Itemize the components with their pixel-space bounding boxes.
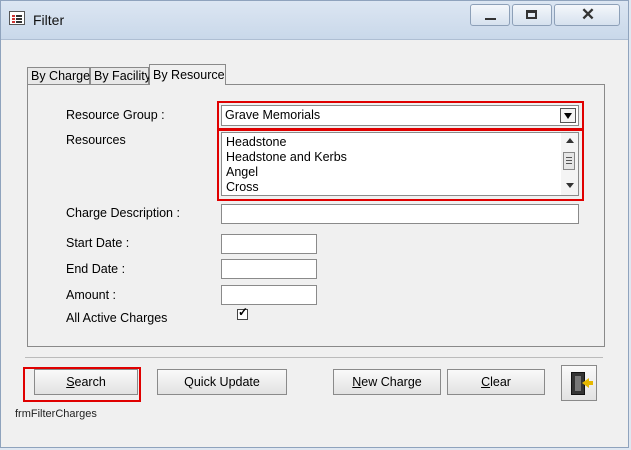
clear-button[interactable]: Clear [447,369,545,395]
start-date-field[interactable] [221,234,317,254]
resource-group-value: Grave Memorials [225,108,321,122]
new-charge-mnemonic: N [352,375,362,389]
new-charge-button[interactable]: New Charge [333,369,441,395]
resources-label: Resources [66,133,126,147]
quick-update-button[interactable]: Quick Update [157,369,287,395]
resources-listbox[interactable]: Headstone Headstone and Kerbs Angel Cros… [221,132,579,196]
scroll-down-icon[interactable] [566,183,574,188]
clear-mnemonic: C [481,375,491,389]
clear-button-label: lear [490,375,511,389]
list-item[interactable]: Cross [226,180,259,194]
end-date-label: End Date : [66,262,126,276]
minimize-icon [485,18,496,20]
tab-by-resource[interactable]: By Resource [149,64,226,85]
search-button[interactable]: Search [34,369,138,395]
list-item[interactable]: Angel [226,165,258,179]
resource-group-combo[interactable]: Grave Memorials [221,105,579,126]
form-name: frmFilterCharges [15,408,97,420]
new-charge-button-label: ew Charge [361,375,422,389]
filter-window: Filter ✕ By Charge By Facility By Resour… [0,0,629,448]
scroll-thumb[interactable] [563,152,575,170]
list-item[interactable]: Headstone and Kerbs [226,150,347,164]
maximize-icon [526,10,537,19]
all-active-charges-checkbox[interactable]: ✓ [237,305,249,320]
form-icon [9,11,25,25]
close-icon: ✕ [580,5,596,24]
list-item[interactable]: Headstone [226,135,286,149]
chevron-down-icon[interactable] [560,108,576,123]
tab-by-charge[interactable]: By Charge [27,67,90,84]
exit-button[interactable] [561,365,597,401]
amount-field[interactable] [221,285,317,305]
minimize-button[interactable] [470,4,510,26]
charge-description-field[interactable] [221,204,579,224]
start-date-label: Start Date : [66,236,130,250]
search-button-label: earch [74,375,106,389]
search-mnemonic: S [66,375,75,389]
scroll-up-icon[interactable] [566,138,574,143]
close-button[interactable]: ✕ [554,4,620,26]
amount-label: Amount : [66,288,117,302]
window-title: Filter [33,12,65,28]
charge-description-label: Charge Description : [66,206,180,220]
title-bar: Filter ✕ [1,1,628,40]
end-date-field[interactable] [221,259,317,279]
all-active-charges-label: All Active Charges [66,311,168,325]
arrow-tail [588,381,593,385]
tab-by-facility[interactable]: By Facility [90,67,151,84]
resources-scrollbar[interactable] [561,133,578,195]
resource-group-label: Resource Group : [66,108,165,122]
footer-divider [25,357,603,358]
maximize-button[interactable] [512,4,552,26]
checkmark-icon: ✓ [238,305,249,319]
